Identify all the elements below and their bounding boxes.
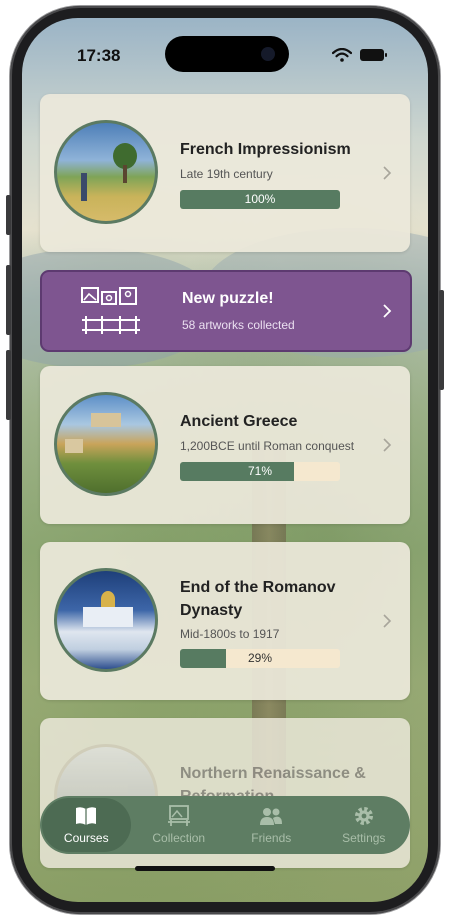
volume-down-button <box>6 350 11 420</box>
course-thumbnail <box>54 120 158 224</box>
friends-icon <box>260 808 283 825</box>
battery-icon <box>360 49 387 61</box>
home-indicator[interactable] <box>135 866 275 871</box>
course-thumbnail <box>54 392 158 496</box>
status-icons <box>332 48 387 62</box>
course-title: Ancient Greece <box>180 413 298 430</box>
puzzle-title: New puzzle! <box>182 290 274 307</box>
course-title: French Impressionism <box>180 141 351 158</box>
action-button <box>6 195 11 235</box>
wifi-icon <box>332 48 352 62</box>
course-progress-bar: 71% <box>180 462 340 481</box>
tab-label: Collection <box>152 831 206 845</box>
chevron-right-icon <box>383 166 392 180</box>
book-icon <box>76 807 97 825</box>
chevron-right-icon <box>383 304 392 318</box>
course-progress-bar: 29% <box>180 649 340 668</box>
collection-icon <box>167 805 190 826</box>
puzzle-subtitle: 58 artworks collected <box>182 318 295 332</box>
course-title: End of the Romanov Dynasty <box>180 579 336 619</box>
course-progress-bar: 100% <box>180 190 340 209</box>
course-subtitle: Late 19th century <box>180 167 273 181</box>
tab-collection[interactable]: Collection <box>133 796 226 854</box>
course-card[interactable]: Ancient Greece 1,200BCE until Roman conq… <box>40 366 410 524</box>
status-time: 17:38 <box>77 46 121 65</box>
tab-settings[interactable]: Settings <box>318 796 411 854</box>
camera-icon <box>261 47 275 61</box>
tab-courses[interactable]: Courses <box>40 796 133 854</box>
course-card[interactable]: French Impressionism Late 19th century 1… <box>40 94 410 252</box>
gear-icon <box>354 807 373 825</box>
tab-friends[interactable]: Friends <box>225 796 318 854</box>
tab-label: Courses <box>63 831 109 845</box>
dynamic-island <box>165 36 289 72</box>
power-button <box>439 290 444 390</box>
volume-up-button <box>6 265 11 335</box>
progress-label: 100% <box>244 192 276 206</box>
gallery-icon <box>81 287 140 334</box>
course-card[interactable]: End of the Romanov Dynasty Mid-1800s to … <box>40 542 410 700</box>
course-subtitle: 1,200BCE until Roman conquest <box>180 439 355 453</box>
course-subtitle: Mid-1800s to 1917 <box>180 627 280 641</box>
chevron-right-icon <box>383 614 392 628</box>
progress-label: 29% <box>247 651 273 665</box>
course-thumbnail <box>54 568 158 672</box>
new-puzzle-banner[interactable]: New puzzle! 58 artworks collected <box>40 270 412 352</box>
tab-label: Settings <box>342 831 386 845</box>
app-screen: 17:38 French Impressionism Late 19th cen… <box>22 18 428 902</box>
tab-label: Friends <box>251 831 292 845</box>
progress-label: 71% <box>247 464 273 478</box>
tab-bar: Courses Collection Friends Settings <box>40 796 410 854</box>
chevron-right-icon <box>383 438 392 452</box>
